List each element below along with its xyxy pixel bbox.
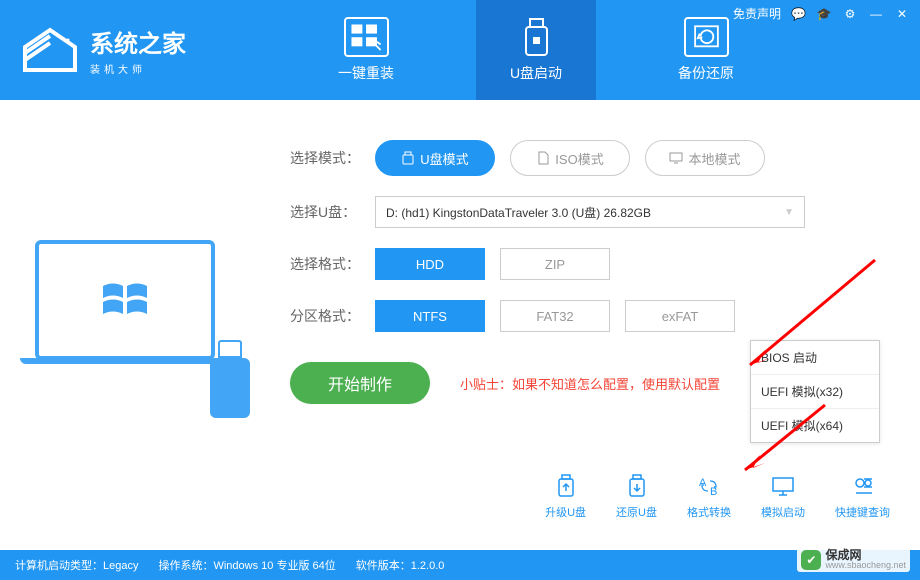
laptop-illustration: [35, 240, 235, 400]
part-ntfs[interactable]: NTFS: [375, 300, 485, 332]
popup-uefi32[interactable]: UEFI 模拟(x32): [751, 375, 879, 409]
popup-uefi64[interactable]: UEFI 模拟(x64): [751, 409, 879, 442]
status-boot-type: 计算机启动类型：Legacy: [15, 557, 138, 573]
part-fat32[interactable]: FAT32: [500, 300, 610, 332]
svg-text:B: B: [710, 486, 717, 498]
action-convert[interactable]: AB格式转换: [687, 473, 731, 520]
action-hotkey[interactable]: 快捷键查询: [835, 473, 890, 520]
mode-usb[interactable]: U盘模式: [375, 140, 495, 176]
statusbar: 计算机启动类型：Legacy 操作系统：Windows 10 专业版 64位 软…: [0, 550, 920, 580]
app-header: 系统之家 装机大师 一键重装 U盘启动 备份还原 免责声明 💬 🎓 ⚙ — ✕: [0, 0, 920, 100]
reinstall-icon: [344, 17, 389, 57]
illustration-panel: [0, 100, 270, 540]
mode-label: 选择模式：: [290, 148, 375, 168]
file-icon: [536, 151, 550, 165]
partition-row: 分区格式： NTFS FAT32 exFAT: [290, 300, 890, 332]
usb-label: 选择U盘：: [290, 202, 375, 222]
tab-reinstall[interactable]: 一键重装: [306, 0, 426, 100]
format-label: 选择格式：: [290, 254, 375, 274]
tab-label: 备份还原: [678, 63, 734, 83]
close-button[interactable]: ✕: [894, 6, 910, 22]
mode-iso[interactable]: ISO模式: [510, 140, 630, 176]
usb-drive-icon: [210, 340, 250, 420]
action-simulate[interactable]: 模拟启动: [761, 473, 805, 520]
chevron-down-icon: ▼: [784, 207, 794, 218]
hotkey-icon: [850, 473, 876, 499]
config-panel: 选择模式： U盘模式 ISO模式 本地模式 选择U盘： D: (hd1) Kin…: [270, 100, 920, 540]
watermark: ✔ 保成网 www.sbaocheng.net: [797, 547, 910, 572]
usb-select-row: 选择U盘： D: (hd1) KingstonDataTraveler 3.0 …: [290, 196, 890, 228]
mode-row: 选择模式： U盘模式 ISO模式 本地模式: [290, 140, 890, 176]
bottom-actions: 升级U盘 还原U盘 AB格式转换 模拟启动 快捷键查询: [545, 473, 890, 520]
fmt-hdd[interactable]: HDD: [375, 248, 485, 280]
main-content: 选择模式： U盘模式 ISO模式 本地模式 选择U盘： D: (hd1) Kin…: [0, 100, 920, 540]
action-restore[interactable]: 还原U盘: [616, 473, 657, 520]
logo-subtitle: 装机大师: [90, 61, 186, 76]
tab-label: U盘启动: [510, 63, 562, 83]
logo-title: 系统之家: [90, 24, 186, 59]
part-exfat[interactable]: exFAT: [625, 300, 735, 332]
monitor-icon: [770, 473, 796, 499]
tab-usb-boot[interactable]: U盘启动: [476, 0, 596, 100]
popup-bios[interactable]: BIOS 启动: [751, 341, 879, 375]
settings-icon[interactable]: ⚙: [842, 6, 858, 22]
usb-restore-icon: [624, 473, 650, 499]
fmt-zip[interactable]: ZIP: [500, 248, 610, 280]
tip-text: 小贴士：如果不知道怎么配置，使用默认配置: [460, 374, 720, 393]
watermark-badge-icon: ✔: [801, 550, 821, 570]
action-upgrade[interactable]: 升级U盘: [545, 473, 586, 520]
status-version: 软件版本：1.2.0.0: [356, 557, 445, 573]
minimize-button[interactable]: —: [868, 6, 884, 22]
disclaimer-link[interactable]: 免责声明: [733, 5, 781, 22]
status-os: 操作系统：Windows 10 专业版 64位: [158, 557, 335, 573]
usb-upgrade-icon: [553, 473, 579, 499]
monitor-icon: [669, 151, 683, 165]
format-row: 选择格式： HDD ZIP: [290, 248, 890, 280]
grad-icon[interactable]: 🎓: [816, 6, 832, 22]
app-logo: 系统之家 装机大师: [20, 24, 186, 76]
backup-icon: [684, 17, 729, 57]
header-tabs: 一键重装 U盘启动 备份还原: [306, 0, 766, 100]
chat-icon[interactable]: 💬: [791, 7, 806, 21]
boot-popup-menu: BIOS 启动 UEFI 模拟(x32) UEFI 模拟(x64): [750, 340, 880, 443]
start-button[interactable]: 开始制作: [290, 362, 430, 404]
partition-label: 分区格式：: [290, 306, 375, 326]
convert-icon: AB: [696, 473, 722, 499]
usb-value: D: (hd1) KingstonDataTraveler 3.0 (U盘) 2…: [386, 204, 651, 221]
logo-house-icon: [20, 25, 80, 75]
windows-flag-icon: [100, 278, 150, 323]
usb-dropdown[interactable]: D: (hd1) KingstonDataTraveler 3.0 (U盘) 2…: [375, 196, 805, 228]
tab-label: 一键重装: [338, 63, 394, 83]
usb-boot-icon: [514, 17, 559, 57]
usb-icon: [401, 151, 415, 165]
svg-text:A: A: [699, 477, 707, 489]
titlebar-links: 免责声明 💬 🎓 ⚙ — ✕: [733, 5, 910, 22]
mode-local[interactable]: 本地模式: [645, 140, 765, 176]
